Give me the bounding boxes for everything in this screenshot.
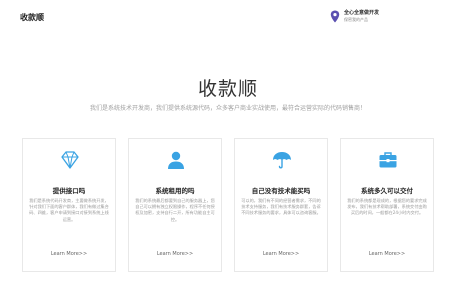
learn-more-link[interactable]: Learn More>>	[23, 251, 115, 257]
card-text: 我们的系统最后都要到自己的服务器上，您自己可以拥有独立权限操作，程序不任何授权及…	[135, 198, 215, 222]
location-pin-icon	[330, 10, 340, 23]
feature-card: 系统多久可以交付 我们的系统都是现成的，根据您的要求完成发布，我们有技术帮助部署…	[340, 138, 434, 272]
feature-card: 系统租用的吗 我们的系统最后都要到自己的服务器上，您自己可以拥有独立权限操作，程…	[128, 138, 222, 272]
diamond-icon	[61, 151, 79, 169]
user-icon	[168, 151, 184, 169]
card-title: 系统多久可以交付	[361, 187, 413, 195]
card-text: 我们的系统都是现成的，根据您的要求完成发布，我们有技术帮助部署，系统交付由购买后…	[347, 198, 427, 216]
hero-description: 我们是系统技术开发商，我们提供系统源代码，众多客户商业实战使用，最符合运营实际的…	[89, 105, 366, 112]
feature-card: 自己没有技术能买吗 可以的，我们有不同的经营者需求，不同的技术支持服务，我们有技…	[234, 138, 328, 272]
card-title: 系统租用的吗	[155, 187, 195, 195]
card-text: 我们是系统代码开发商，主要做系统开发，针对我们下面的客户群体，我们有做过集合码、…	[29, 198, 109, 222]
location-subtitle: 保密我的产品	[344, 17, 368, 22]
feature-card: 提供接口吗 我们是系统代码开发商，主要做系统开发，针对我们下面的客户群体，我们有…	[22, 138, 116, 272]
learn-more-link[interactable]: Learn More>>	[235, 251, 327, 257]
briefcase-icon	[379, 152, 397, 168]
card-title: 自己没有技术能买吗	[251, 187, 311, 195]
card-text: 可以的，我们有不同的经营者需求，不同的技术支持服务，我们有技术服务群套，告诉不同…	[241, 198, 321, 216]
learn-more-link[interactable]: Learn More>>	[341, 251, 433, 257]
header-bar: 收款顺 全心全意做开发 保密我的产品	[0, 0, 456, 34]
location-title: 全心全意做开发	[344, 10, 380, 16]
location-block: 全心全意做开发 保密我的产品	[330, 9, 440, 27]
learn-more-link[interactable]: Learn More>>	[129, 251, 221, 257]
umbrella-icon	[273, 152, 291, 169]
feature-cards: 提供接口吗 我们是系统代码开发商，主要做系统开发，针对我们下面的客户群体，我们有…	[22, 138, 434, 272]
card-title: 提供接口吗	[52, 187, 86, 195]
hero-title: 收款顺	[197, 78, 258, 100]
site-logo[interactable]: 收款顺	[20, 12, 44, 23]
